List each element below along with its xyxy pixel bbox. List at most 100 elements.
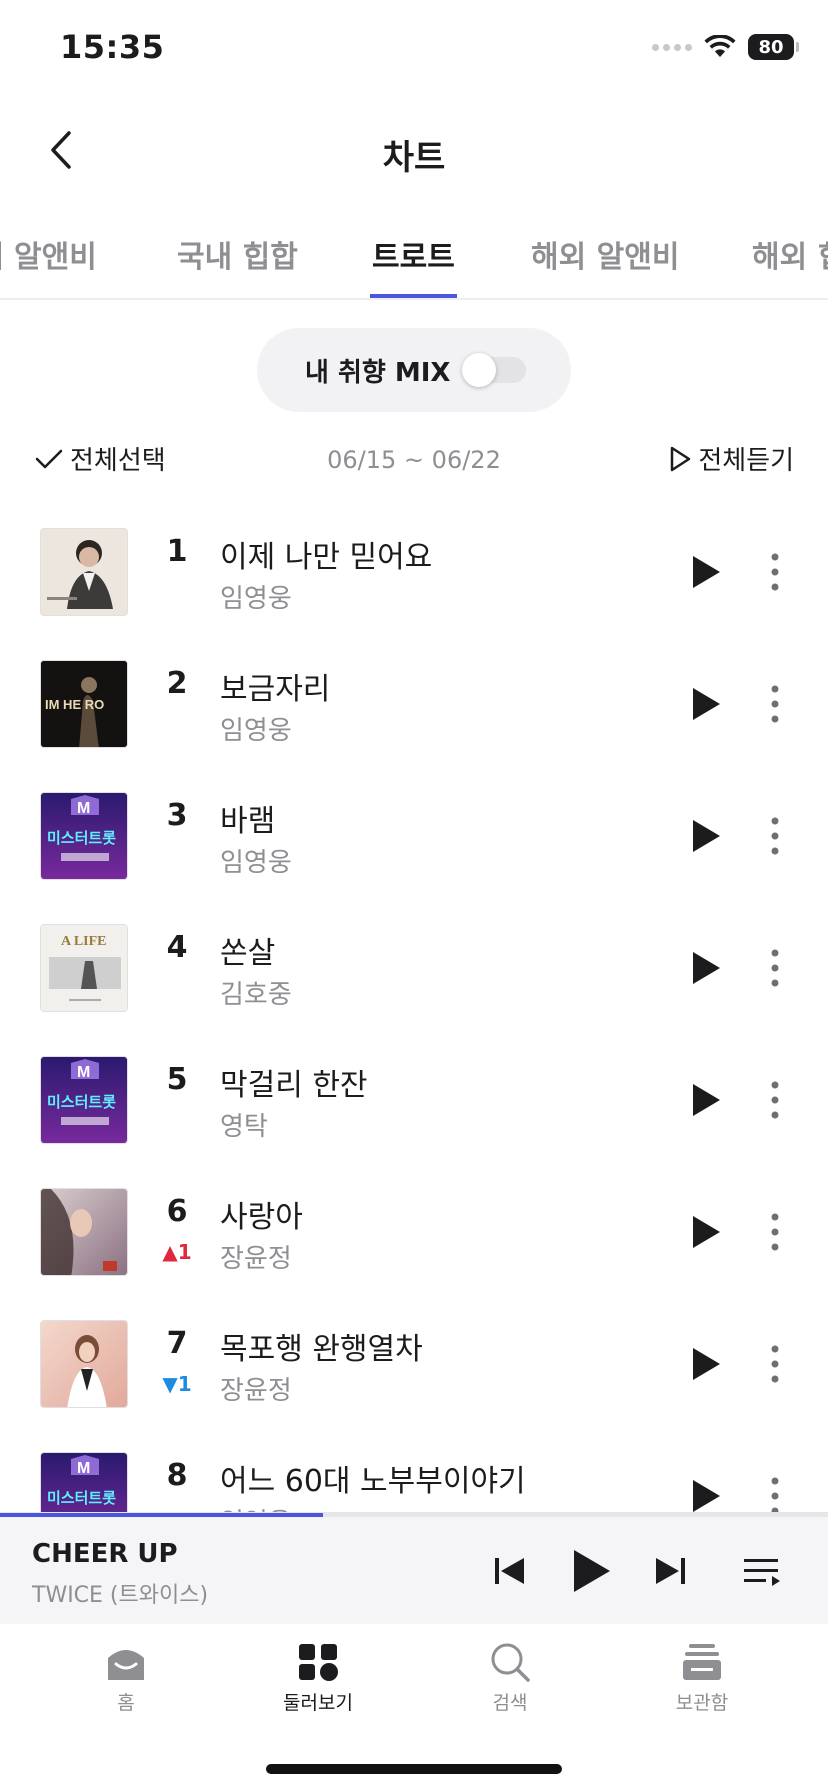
nav-library[interactable]: 보관함 [642,1642,762,1715]
chart-controls: 전체선택 06/15 ~ 06/22 전체듣기 [0,440,828,480]
rank-number: 1 [166,534,188,569]
wifi-icon [704,35,736,57]
more-vertical-icon [771,949,779,987]
album-cover[interactable] [40,528,128,616]
song-title[interactable]: 이제 나만 믿어요 [220,532,432,576]
status-time: 15:35 [60,28,165,66]
rank-number: 5 [166,1062,188,1097]
playlist-button[interactable] [738,1543,786,1599]
playback-progress-bar[interactable] [0,1513,828,1517]
checkmark-icon [35,449,63,468]
album-cover[interactable]: IM HE RO [40,660,128,748]
album-cover-text: 미스터트롯 [47,829,116,847]
tab-foreign-rnb[interactable]: 해외 알앤비 [531,232,679,276]
song-artist[interactable]: 임영웅 [220,842,292,879]
chart-row[interactable]: M 미스터트롯 3 바램 임영웅 [0,770,828,902]
chart-row[interactable]: M 미스터트롯 8 어느 60대 노부부이야기 임영웅 [0,1430,828,1512]
now-playing-artist[interactable]: TWICE (트와이스) [32,1577,208,1609]
more-options-button[interactable] [760,546,790,598]
play-button[interactable] [684,1342,728,1386]
play-button[interactable] [684,682,728,726]
header: 차트 [0,100,828,210]
album-cover[interactable]: M 미스터트롯 [40,1056,128,1144]
rank-change-up: ▲1 [162,1240,192,1264]
playback-progress-fill [0,1513,323,1517]
nav-search[interactable]: 검색 [450,1642,570,1715]
album-cover[interactable] [40,1188,128,1276]
more-options-button[interactable] [760,1074,790,1126]
rank-change-down: ▼1 [162,1372,192,1396]
play-icon [693,1348,720,1380]
play-button[interactable] [684,1210,728,1254]
more-options-button[interactable] [760,1206,790,1258]
song-artist[interactable]: 임영웅 [220,710,292,747]
play-pause-button[interactable] [566,1543,616,1599]
song-artist[interactable]: 영탁 [220,1106,268,1143]
song-title[interactable]: 어느 60대 노부부이야기 [220,1456,526,1500]
play-icon [693,688,720,720]
play-button[interactable] [684,550,728,594]
home-icon [108,1650,144,1680]
more-vertical-icon [771,817,779,855]
next-track-button[interactable] [648,1543,692,1599]
chart-list: 1 이제 나만 믿어요 임영웅 IM HE RO 2 보금자리 임영웅 M 미스… [0,506,828,1512]
more-options-button[interactable] [760,1338,790,1390]
album-cover[interactable]: M 미스터트롯 [40,792,128,880]
song-artist[interactable]: 장윤정 [220,1238,292,1275]
play-button[interactable] [684,946,728,990]
chart-row[interactable]: M 미스터트롯 5 막걸리 한잔 영탁 [0,1034,828,1166]
song-title[interactable]: 사랑아 [220,1192,303,1236]
album-cover[interactable] [40,1320,128,1408]
song-artist[interactable]: 김호중 [220,974,292,1011]
taste-mix-toggle-pill[interactable]: 내 취향 MIX [257,328,571,412]
chart-row[interactable]: 1 이제 나만 믿어요 임영웅 [0,506,828,638]
play-all-button[interactable]: 전체듣기 [668,440,794,477]
nav-browse[interactable]: 둘러보기 [258,1642,378,1715]
svg-text:M: M [77,1064,90,1081]
song-artist[interactable]: 장윤정 [220,1370,292,1407]
play-button[interactable] [684,814,728,858]
album-cover[interactable]: M 미스터트롯 [40,1452,128,1512]
chart-row[interactable]: IM HE RO 2 보금자리 임영웅 [0,638,828,770]
mini-player[interactable]: CHEER UP TWICE (트와이스) [0,1512,828,1624]
more-vertical-icon [771,1081,779,1119]
song-title[interactable]: 막걸리 한잔 [220,1060,368,1104]
chart-row[interactable]: A LIFE 4 쏜살 김호중 [0,902,828,1034]
tab-domestic-rnb[interactable]: 내 알앤비 [0,232,97,276]
chart-row[interactable]: 6 ▲1 사랑아 장윤정 [0,1166,828,1298]
song-title[interactable]: 쏜살 [220,928,275,972]
play-icon [574,1550,610,1592]
tab-foreign-hiphop[interactable]: 해외 힙 [752,232,828,276]
chart-row[interactable]: 7 ▼1 목포행 완행열차 장윤정 [0,1298,828,1430]
bottom-navigation: 홈 둘러보기 검색 보관함 [0,1624,828,1792]
now-playing-title[interactable]: CHEER UP [32,1539,178,1569]
more-options-button[interactable] [760,810,790,862]
more-options-button[interactable] [760,1470,790,1512]
more-vertical-icon [771,553,779,591]
song-artist[interactable]: 임영웅 [220,578,292,615]
song-title[interactable]: 바램 [220,796,275,840]
more-vertical-icon [771,1213,779,1251]
more-options-button[interactable] [760,942,790,994]
song-artist[interactable]: 임영웅 [220,1502,292,1512]
more-options-button[interactable] [760,678,790,730]
previous-track-button[interactable] [488,1543,532,1599]
tab-trot[interactable]: 트로트 [372,232,455,276]
taste-mix-toggle[interactable] [462,353,527,387]
toggle-knob [462,353,497,387]
nav-library-label: 보관함 [675,1692,729,1714]
svg-text:M: M [77,800,90,817]
nav-search-label: 검색 [492,1692,528,1714]
active-tab-indicator [370,294,457,298]
play-button[interactable] [684,1474,728,1512]
song-title[interactable]: 보금자리 [220,664,330,708]
nav-home[interactable]: 홈 [66,1642,186,1715]
rank-number: 3 [166,798,188,833]
select-all-button[interactable]: 전체선택 [34,440,166,477]
browse-icon [299,1644,338,1681]
more-vertical-icon [771,685,779,723]
play-button[interactable] [684,1078,728,1122]
album-cover[interactable]: A LIFE [40,924,128,1012]
tab-domestic-hiphop[interactable]: 국내 힙합 [177,232,298,276]
song-title[interactable]: 목포행 완행열차 [220,1324,423,1368]
